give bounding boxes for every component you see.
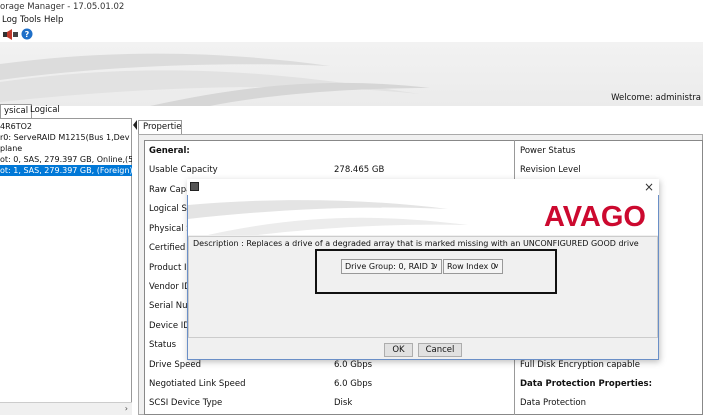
prop-label-general: General:	[149, 146, 190, 156]
view-tabs: ysical Logical	[0, 104, 135, 118]
menu-help[interactable]: Help	[44, 15, 63, 25]
menu-log[interactable]: Log	[2, 15, 17, 25]
help-icon[interactable]: ?	[21, 28, 33, 40]
tree-item-backplane[interactable]: plane	[0, 143, 132, 154]
banner-swoosh-graphic	[0, 53, 430, 106]
prop-label-drive-speed: Drive Speed	[149, 360, 202, 370]
prop-label-power-status: Power Status	[520, 146, 576, 156]
prop-value-drive-speed: 6.0 Gbps	[334, 360, 373, 370]
chevron-down-icon: ∨	[493, 262, 499, 270]
menu-bar: Log Tools Help	[0, 14, 703, 27]
menu-tools[interactable]: Tools	[20, 15, 41, 25]
row-index-select[interactable]: Row Index 0 ∨	[443, 259, 503, 274]
svg-text:?: ?	[25, 30, 30, 39]
dialog-title-bar	[187, 179, 659, 195]
tab-logical[interactable]: Logical	[27, 104, 63, 118]
drive-group-select[interactable]: Drive Group: 0, RAID 1 ∨	[341, 259, 442, 274]
drive-group-select-value: Drive Group: 0, RAID 1	[345, 262, 436, 271]
avago-logo: AVAGO	[543, 201, 646, 233]
welcome-text: Welcome: administra	[611, 93, 701, 103]
prop-label-logical-sector: Logical Se	[149, 204, 193, 214]
prop-label-status: Status	[149, 340, 177, 350]
toolbar: ?	[0, 27, 703, 42]
tree-item-controller[interactable]: r0: ServeRAID M1215(Bus 1,Dev 0,Do	[0, 132, 132, 143]
device-tree: 4R6TO2 r0: ServeRAID M1215(Bus 1,Dev 0,D…	[0, 118, 132, 415]
dialog-app-icon	[190, 182, 199, 191]
prop-value-negotiated-link-speed: 6.0 Gbps	[334, 379, 373, 389]
tab-properties[interactable]: Properties	[138, 120, 182, 134]
prop-label-data-protection-properties: Data Protection Properties:	[520, 379, 653, 389]
prop-label-device-id: Device ID	[149, 321, 190, 331]
dialog-close-button[interactable]: ×	[641, 179, 657, 195]
tree-item-slot-1[interactable]: ot: 1, SAS, 279.397 GB, (Foreign) Unc	[0, 165, 132, 176]
prop-label-scsi-device-type: SCSI Device Type	[149, 398, 223, 408]
tree-horizontal-scrollbar[interactable]: ›	[0, 402, 132, 415]
prop-label-certified: Certified	[149, 243, 186, 253]
chevron-down-icon: ∨	[432, 262, 438, 270]
prop-label-revision-level: Revision Level	[520, 165, 581, 175]
title-bar: orage Manager - 17.05.01.02	[0, 0, 703, 14]
tree-item-server[interactable]: 4R6TO2	[0, 121, 132, 132]
window-title: orage Manager - 17.05.01.02	[0, 2, 125, 12]
banner	[0, 42, 703, 106]
scroll-right-icon[interactable]: ›	[125, 404, 128, 413]
ok-button[interactable]: OK	[384, 343, 413, 357]
cancel-button[interactable]: Cancel	[418, 343, 462, 357]
prop-label-vendor-id: Vendor ID	[149, 282, 191, 292]
prop-value-usable-capacity: 278.465 GB	[334, 165, 385, 175]
prop-value-scsi-device-type: Disk	[334, 398, 353, 408]
row-index-select-value: Row Index 0	[447, 262, 496, 271]
prop-label-negotiated-link-speed: Negotiated Link Speed	[149, 379, 246, 389]
prop-label-usable-capacity: Usable Capacity	[149, 165, 218, 175]
prop-label-physical-sector: Physical S	[149, 224, 192, 234]
dialog-description: Description : Replaces a drive of a degr…	[193, 239, 639, 248]
speaker-icon[interactable]	[3, 29, 19, 40]
prop-label-full-disk-encryption: Full Disk Encryption capable	[520, 360, 641, 370]
prop-label-data-protection: Data Protection	[520, 398, 586, 408]
tree-item-slot-0[interactable]: ot: 0, SAS, 279.397 GB, Online,(512 B	[0, 154, 132, 165]
dialog-brand-header: AVAGO	[188, 195, 658, 235]
